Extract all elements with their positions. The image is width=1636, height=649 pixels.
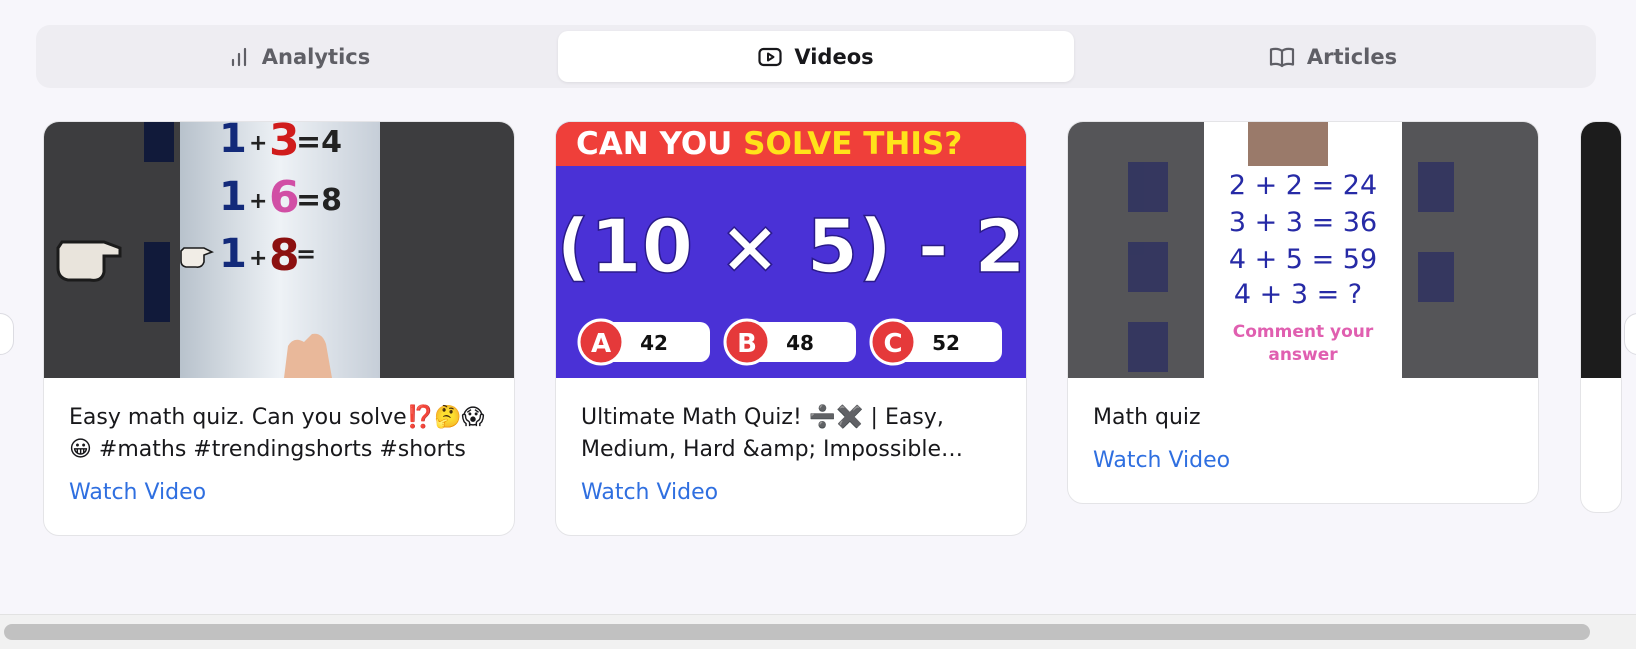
carousel-next-button[interactable]: [1624, 313, 1636, 355]
scrollbar-thumb[interactable]: [4, 624, 1590, 640]
thumb-banner-text: CAN YOU SOLVE THIS?: [576, 126, 962, 162]
play-icon: [758, 46, 782, 68]
equation-line: 3 + 3 = 36: [1229, 207, 1377, 238]
cta-text: answer: [1268, 345, 1338, 365]
svg-text:42: 42: [640, 331, 668, 355]
thumb-result: =: [296, 240, 316, 268]
tab-articles[interactable]: Articles: [1075, 31, 1591, 82]
watch-video-link[interactable]: Watch Video: [581, 480, 718, 505]
bar-chart-icon: [228, 46, 250, 68]
svg-text:48: 48: [786, 331, 814, 355]
tab-label-videos: Videos: [794, 44, 874, 69]
answer-option-a: A 42: [577, 318, 710, 366]
watch-video-link[interactable]: Watch Video: [69, 480, 206, 505]
video-carousel[interactable]: 1 + 3 =4 1 + 6 =8 1 + 8 = Easy math quiz…: [0, 120, 1636, 550]
answer-option-c: C 52: [869, 318, 1002, 366]
thumb-equation: (10 × 5) - 2: [556, 204, 1025, 290]
video-thumbnail[interactable]: 1 + 3 =4 1 + 6 =8 1 + 8 =: [44, 122, 514, 378]
tab-analytics[interactable]: Analytics: [41, 31, 557, 82]
video-thumbnail[interactable]: [1581, 122, 1621, 378]
video-card[interactable]: 1 + 3 =4 1 + 6 =8 1 + 8 = Easy math quiz…: [43, 121, 515, 536]
video-thumbnail[interactable]: CAN YOU SOLVE THIS? (10 × 5) - 2 A 42 B …: [556, 122, 1026, 378]
equation-line: 4 + 3 = ?: [1234, 279, 1362, 310]
video-title: Easy math quiz. Can you solve⁉️🤔😱😀 #math…: [69, 405, 485, 462]
video-thumbnail[interactable]: 2 + 2 = 24 3 + 3 = 36 4 + 5 = 59 4 + 3 =…: [1068, 122, 1538, 378]
svg-text:A: A: [591, 329, 611, 359]
video-card-partial[interactable]: [1580, 121, 1622, 513]
thumb-plus: +: [249, 131, 267, 156]
cta-text: Comment your: [1233, 322, 1374, 342]
equation-line: 4 + 5 = 59: [1229, 244, 1377, 275]
tab-bar: Analytics Videos Articles: [36, 25, 1596, 88]
thumb-digit: 1: [219, 122, 247, 162]
video-title: Ultimate Math Quiz! ➗✖️ | Easy, Medium, …: [581, 405, 964, 462]
video-card[interactable]: CAN YOU SOLVE THIS? (10 × 5) - 2 A 42 B …: [555, 121, 1027, 536]
thumb-plus: +: [249, 189, 267, 214]
svg-text:52: 52: [932, 331, 960, 355]
equation-line: 2 + 2 = 24: [1229, 170, 1377, 201]
thumb-plus: +: [249, 246, 267, 271]
video-title: Math quiz: [1093, 405, 1201, 430]
portrait-image: [1248, 122, 1328, 166]
video-card[interactable]: 2 + 2 = 24 3 + 3 = 36 4 + 5 = 59 4 + 3 =…: [1067, 121, 1539, 504]
thumb-result: =8: [296, 183, 342, 218]
thumb-result: =4: [296, 125, 342, 160]
thumb-digit: 1: [219, 174, 247, 220]
tab-videos[interactable]: Videos: [558, 31, 1074, 82]
thumb-digit: 1: [219, 231, 247, 277]
svg-text:B: B: [737, 329, 757, 359]
book-open-icon: [1269, 46, 1295, 68]
svg-text:C: C: [883, 329, 902, 359]
tab-label-analytics: Analytics: [261, 44, 371, 69]
answer-option-b: B 48: [723, 318, 856, 366]
tab-label-articles: Articles: [1306, 44, 1398, 69]
watch-video-link[interactable]: Watch Video: [1093, 448, 1230, 473]
